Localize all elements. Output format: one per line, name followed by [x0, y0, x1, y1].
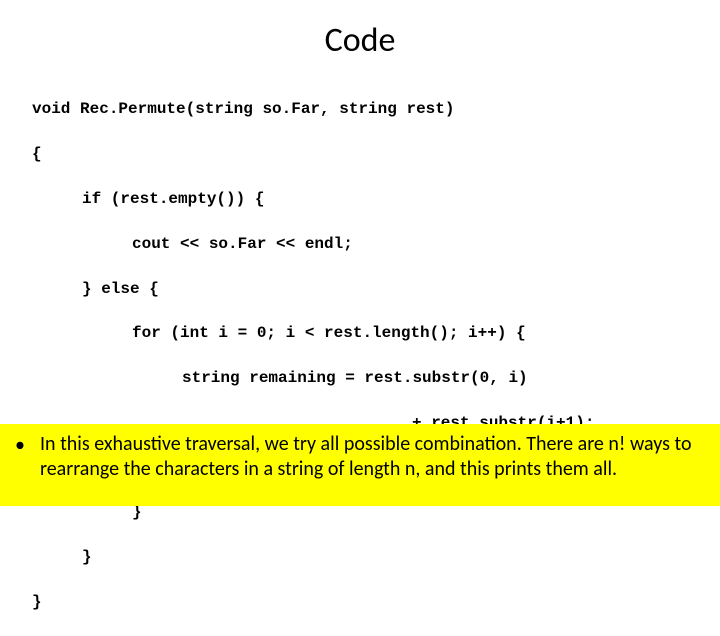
- code-line: for (int i = 0; i < rest.length(); i++) …: [32, 322, 720, 344]
- code-line: } else {: [32, 278, 720, 300]
- code-line: void Rec.Permute(string so.Far, string r…: [32, 98, 720, 120]
- code-line: }: [32, 546, 720, 568]
- code-line: string remaining = rest.substr(0, i): [32, 367, 720, 389]
- bullet-text: In this exhaustive traversal, we try all…: [40, 432, 712, 482]
- bullet-marker: •: [0, 432, 40, 458]
- bullet-row: • In this exhaustive traversal, we try a…: [0, 424, 720, 506]
- code-block: void Rec.Permute(string so.Far, string r…: [0, 76, 720, 636]
- slide-title: Code: [0, 0, 720, 76]
- code-line: cout << so.Far << endl;: [32, 233, 720, 255]
- code-line: }: [32, 591, 720, 613]
- code-line: {: [32, 143, 720, 165]
- code-line: if (rest.empty()) {: [32, 188, 720, 210]
